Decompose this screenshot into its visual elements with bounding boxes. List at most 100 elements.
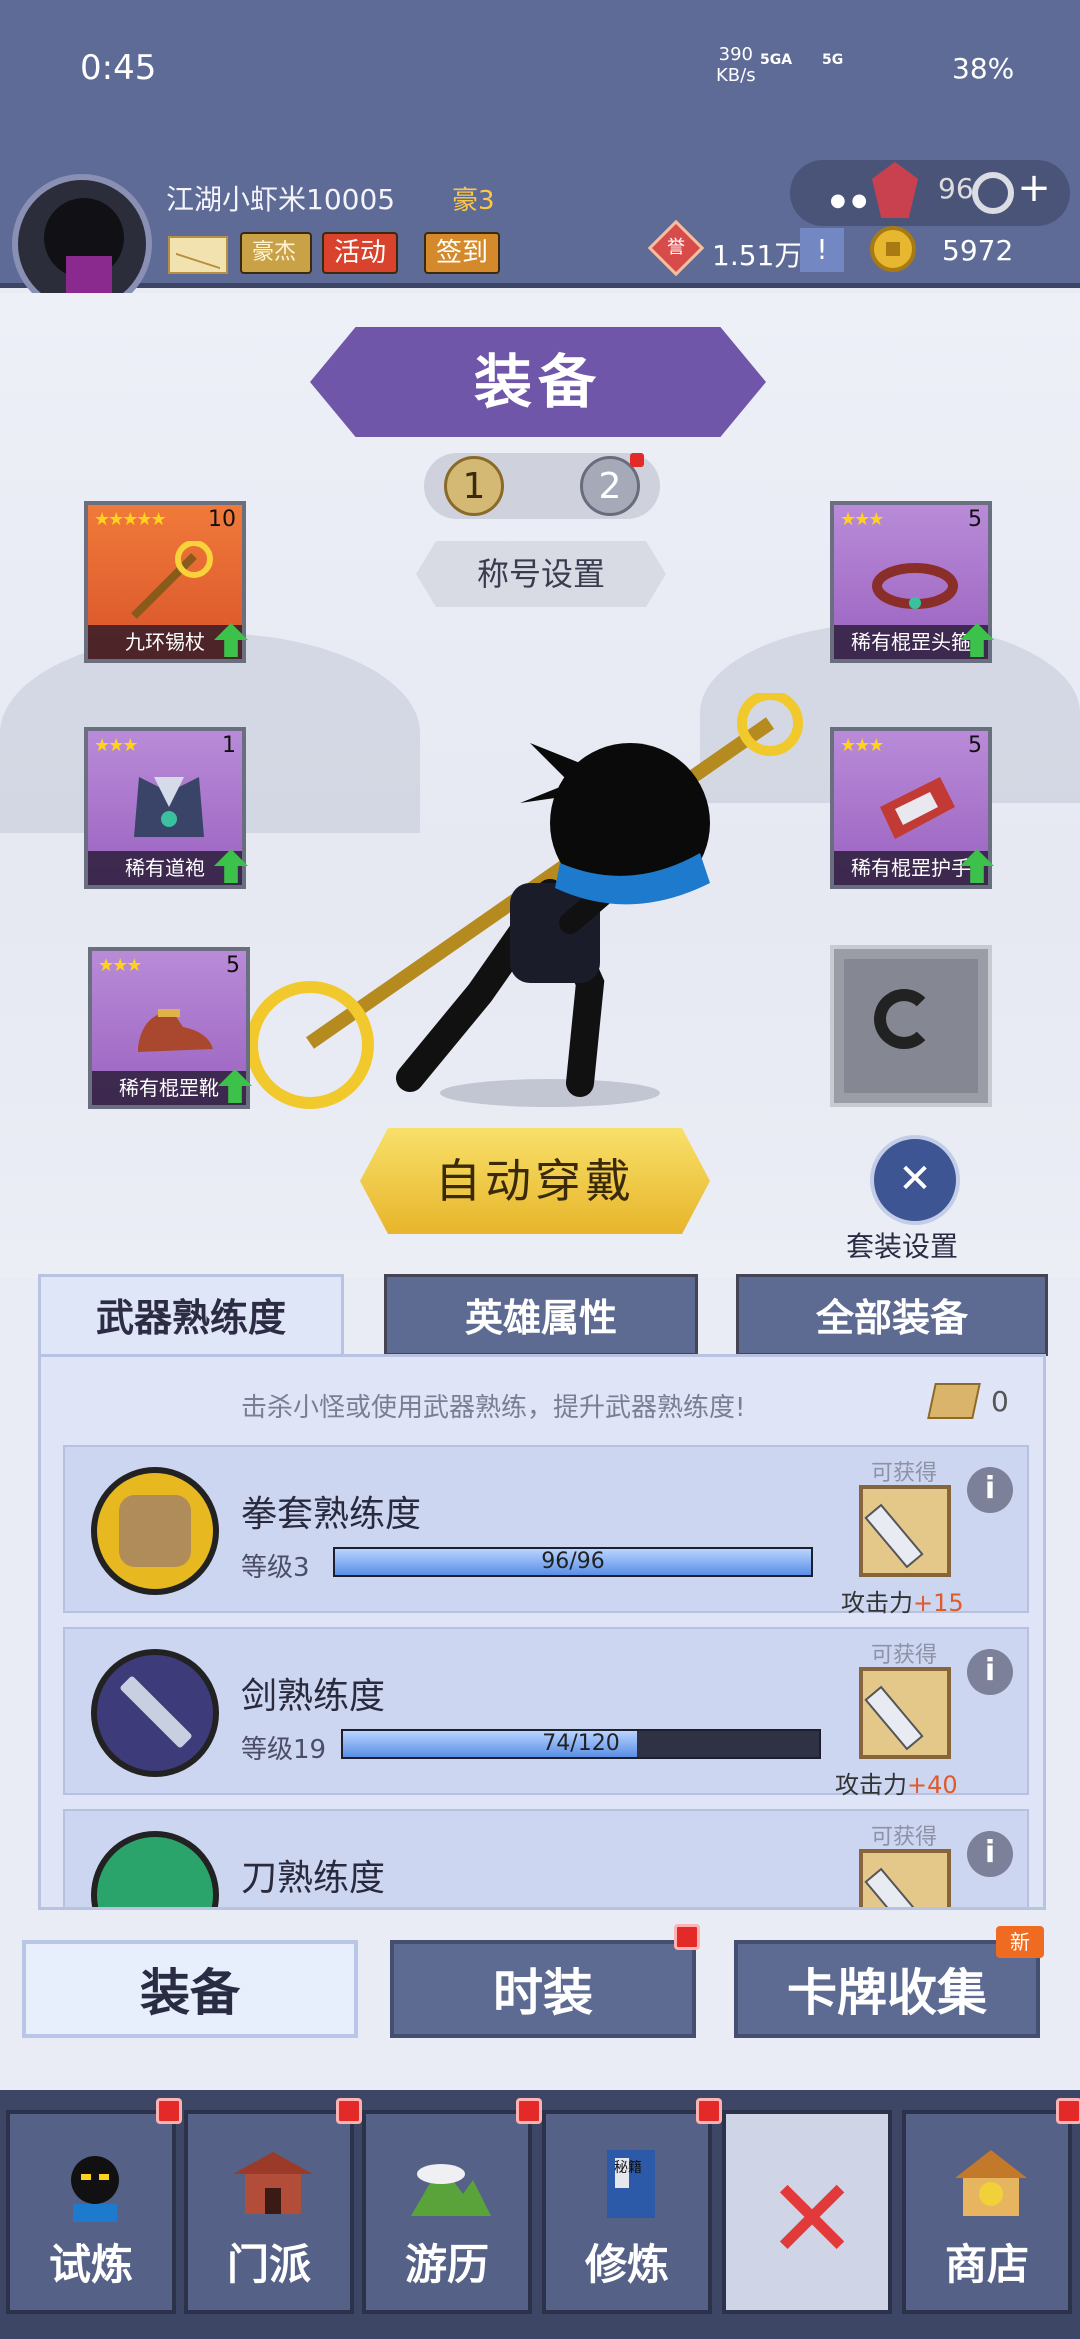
suit-settings-label[interactable]: 套装设置 (846, 1225, 958, 1265)
obtain-label: 可获得 (871, 1643, 938, 1668)
blade-icon (91, 1831, 219, 1907)
reward-item[interactable] (859, 1667, 951, 1759)
star-rating: ★★★ (840, 509, 884, 530)
nav-sect[interactable]: 门派 (184, 2110, 354, 2314)
sword-icon (864, 1503, 924, 1569)
fist-icon-inner (119, 1495, 191, 1567)
item-name: 九环锡杖 (88, 625, 242, 659)
proficiency-level: 等级19 (241, 1735, 327, 1765)
gauntlet-icon (880, 777, 955, 839)
gauntlet-slot[interactable]: ★★★ 5 稀有棍罡护手 (830, 727, 994, 889)
item-name: 稀有棍罡靴 (92, 1071, 246, 1105)
username: 江湖小虾米10005 (166, 183, 396, 216)
reward-attack: 攻击力+40 (835, 1765, 958, 1800)
signal-2-label: 5G (822, 52, 844, 68)
reward-attack-value: +15 (913, 1589, 964, 1617)
hero-button[interactable]: 豪杰 (240, 232, 312, 274)
activity-button[interactable]: 活动 (322, 232, 399, 274)
status-bar: 0:45 390 KB/s 5GA 5G 38% (0, 0, 1080, 140)
scroll-icon (927, 1383, 981, 1419)
nav-cultivate[interactable]: 秘籍 修炼 (542, 2110, 712, 2314)
proficiency-row[interactable]: 刀熟练度 可获得 i (63, 1809, 1029, 1907)
subtab-equipment[interactable]: 装备 (22, 1940, 358, 2038)
proficiency-row[interactable]: 拳套熟练度 等级3 96/96 可获得 攻击力+15 i (63, 1445, 1029, 1617)
network-speed-value: 390 (718, 44, 753, 65)
notification-dot (1056, 2098, 1080, 2124)
status-time: 0:45 (80, 48, 157, 88)
equipment-title-banner: 装备 (310, 327, 766, 437)
proficiency-name: 刀熟练度 (241, 1858, 386, 1899)
reward-item[interactable] (859, 1485, 951, 1577)
title-settings-button[interactable]: 称号设置 (416, 541, 666, 607)
reputation-icon-text: 誉 (667, 237, 685, 258)
auto-equip-label: 自动穿戴 (435, 1154, 635, 1208)
star-rating: ★★★★★ (94, 509, 167, 530)
obtain-label: 可获得 (871, 1825, 938, 1850)
scroll-count: 0 (991, 1385, 1009, 1418)
network-speed: 390 KB/s (716, 44, 756, 86)
proficiency-row[interactable]: 剑熟练度 等级19 74/120 可获得 攻击力+40 i (63, 1627, 1029, 1799)
ninja-icon (71, 2156, 119, 2222)
tab-weapon-proficiency[interactable]: 武器熟练度 (38, 1274, 344, 1356)
book-icon-text: 秘籍 (614, 2160, 642, 2176)
weapon-slot[interactable]: ★★★★★ 10 九环锡杖 (84, 501, 248, 663)
reward-item[interactable] (859, 1849, 951, 1907)
subtab-fashion[interactable]: 时装 (390, 1940, 696, 2038)
mountain-icon (411, 2164, 491, 2216)
notification-dot (696, 2098, 722, 2124)
tab-hero-attributes[interactable]: 英雄属性 (384, 1274, 698, 1356)
overlay-ring-icon[interactable] (972, 172, 1014, 214)
progress-text: 96/96 (541, 1549, 605, 1574)
signin-button[interactable]: 签到 (424, 232, 501, 274)
battery-level: 38% (952, 52, 1015, 85)
page-1-button[interactable]: 1 (444, 456, 504, 516)
reward-attack-label: 攻击力 (835, 1771, 907, 1799)
armor-slot[interactable]: ★★★ 1 稀有道袍 (84, 727, 248, 889)
progress-bar: 74/120 (341, 1729, 821, 1759)
info-icon[interactable]: i (967, 1467, 1013, 1513)
mail-icon[interactable] (168, 236, 228, 274)
proficiency-name: 拳套熟练度 (241, 1494, 422, 1535)
sword-icon (864, 1867, 924, 1907)
network-speed-unit: KB/s (716, 65, 756, 86)
item-level: 10 (208, 507, 236, 532)
star-rating: ★★★ (98, 955, 142, 976)
boots-slot[interactable]: ★★★ 5 稀有棍罡靴 (88, 947, 252, 1109)
proficiency-panel: 击杀小怪或使用武器熟练，提升武器熟练度! 0 拳套熟练度 等级3 96/96 可… (38, 1354, 1046, 1910)
player-header: 江湖小虾米10005 豪3 豪杰 活动 签到 ● ● 96 + 誉 1.51万 … (0, 140, 1080, 314)
item-name: 稀有道袍 (88, 851, 242, 885)
obtain-label: 可获得 (871, 1461, 938, 1486)
info-icon[interactable]: i (967, 1649, 1013, 1695)
nav-travel[interactable]: 游历 (362, 2110, 532, 2314)
hero-character (250, 693, 803, 1109)
headband-slot[interactable]: ★★★ 5 稀有棍罡头箍 (830, 501, 994, 663)
notification-dot (630, 453, 644, 467)
nav-trial[interactable]: 试炼 (6, 2110, 176, 2314)
auto-equip-button[interactable]: 自动穿戴 (360, 1128, 710, 1234)
subtab-card-collection[interactable]: 卡牌收集 (734, 1940, 1040, 2038)
staff-icon (131, 541, 213, 619)
star-rating: ★★★ (840, 735, 884, 756)
tab-all-equipment[interactable]: 全部装备 (736, 1274, 1048, 1356)
proficiency-level: 等级3 (241, 1553, 310, 1583)
item-level: 5 (968, 733, 982, 758)
reputation-count: 1.51万 (712, 239, 803, 272)
close-icon: ✕ (766, 2155, 859, 2283)
temple-icon (233, 2152, 313, 2214)
nav-label: 试炼 (48, 2240, 133, 2289)
alert-button[interactable]: ! (800, 228, 844, 272)
nav-label: 游历 (404, 2240, 489, 2289)
locked-slot[interactable] (830, 945, 992, 1107)
fist-icon (91, 1467, 219, 1595)
page-title: 装备 (473, 348, 602, 416)
nav-close[interactable]: ✕ (722, 2110, 892, 2314)
equipment-pager: 1 2 (424, 453, 660, 519)
nav-shop[interactable]: 商店 (902, 2110, 1072, 2314)
item-name: 稀有棍罡护手 (834, 851, 988, 885)
info-icon[interactable]: i (967, 1831, 1013, 1877)
new-badge: 新 (996, 1926, 1044, 1958)
nav-label: 商店 (944, 2240, 1029, 2289)
wrench-icon[interactable]: ✕ (870, 1135, 960, 1225)
gold-count: 5972 (942, 234, 1014, 267)
add-gems-button[interactable]: + (1010, 166, 1058, 214)
